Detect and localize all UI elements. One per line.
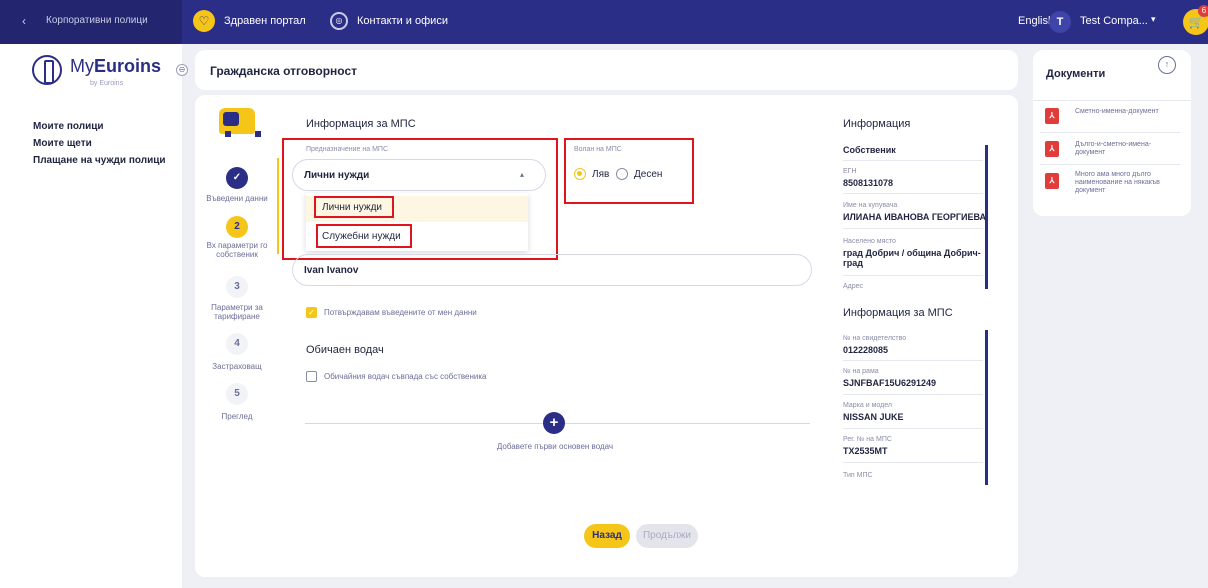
back-chevron-icon[interactable]: ‹ [22, 14, 26, 28]
egn-value: 8508131078 [843, 178, 894, 188]
divider [843, 193, 983, 194]
user-menu[interactable]: Test Compa... [1080, 15, 1148, 27]
step-progress-line [277, 158, 279, 254]
collapse-sidebar-icon[interactable]: ⊖ [176, 64, 188, 76]
highlight-option-2 [316, 224, 412, 248]
step-2-label: Вх параметри го собственик [206, 241, 268, 259]
egn-label: ЕГН [843, 168, 857, 175]
name-value: ИЛИАНА ИВАНОВА ГЕОРГИЕВА [843, 212, 987, 222]
step-1-label: Въведени данни [206, 194, 268, 203]
highlight-option-1 [314, 196, 394, 218]
info-title: Информация [843, 118, 911, 130]
chevron-down-icon[interactable]: ▾ [1151, 14, 1156, 25]
divider [1033, 100, 1191, 101]
logo-brand: Euroins [94, 56, 162, 76]
cert-value: 012228085 [843, 345, 889, 355]
cert-label: № на свидетелство [843, 335, 907, 342]
confirm-label: Потвърждавам въведените от мен данни [324, 308, 477, 317]
step-3-label: Параметри за тарифиране [211, 303, 263, 321]
pdf-icon[interactable]: ⅄ [1045, 173, 1059, 189]
name-label: Име на купувача [843, 202, 898, 209]
step-5-badge[interactable]: 5 [226, 383, 248, 405]
document-link[interactable]: Много ама много дълго наименование на ня… [1075, 171, 1181, 195]
vehicle-scrollbar[interactable] [985, 330, 988, 485]
logo-icon [32, 55, 62, 85]
avatar[interactable]: T [1049, 11, 1071, 33]
sidebar-item-pay-others[interactable]: Плащане на чужди полици [33, 155, 166, 166]
type-label: Тип МПС [843, 472, 873, 479]
back-button[interactable]: Назад [584, 524, 630, 548]
divider [843, 394, 983, 395]
cart-count-badge: 6 [1198, 5, 1208, 17]
driver-same-label: Обичайния водач съвпада със собственика [324, 372, 487, 381]
reg-label: Рег. № на МПС [843, 436, 892, 443]
page-title: Гражданска отговорност [210, 64, 358, 78]
make-value: NISSAN JUKE [843, 412, 904, 422]
step-2-badge[interactable]: 2 [226, 216, 248, 238]
health-portal-link[interactable]: Здравен портал [224, 15, 306, 27]
vin-value: SJNFBAF15U6291249 [843, 378, 937, 388]
vehicle-info-title: Информация за МПС [843, 307, 953, 319]
driver-same-checkbox[interactable] [306, 371, 317, 382]
step-5-label: Преглед [221, 412, 253, 421]
driver-section-title: Обичаен водач [306, 344, 384, 356]
sidebar-item-my-policies[interactable]: Моите полици [33, 121, 104, 132]
step-1-badge[interactable]: ✓ [226, 167, 248, 189]
sidebar-item-my-claims[interactable]: Моите щети [33, 138, 92, 149]
add-driver-label[interactable]: Добавете първи основен водач [470, 442, 640, 451]
step-3-badge[interactable]: 3 [226, 276, 248, 298]
reg-value: TX2535MT [843, 446, 888, 456]
highlight-steering-box [564, 138, 694, 204]
place-label: Населено място [843, 238, 896, 245]
address-label: Адрес [843, 283, 864, 290]
divider [843, 462, 983, 463]
vin-label: № на рама [843, 368, 879, 375]
owner-scrollbar[interactable] [985, 145, 988, 289]
document-link[interactable]: Дълго-и-сметно-имена-документ [1075, 141, 1181, 157]
add-driver-icon[interactable]: + [543, 412, 565, 434]
top-bar: ‹ Корпоративни полици ♡ Здравен портал ◎… [0, 0, 1208, 44]
page-header: Гражданска отговорност [195, 50, 1018, 90]
health-icon: ♡ [193, 10, 215, 32]
divider [843, 160, 983, 161]
divider [843, 228, 983, 229]
contacts-link[interactable]: Контакти и офиси [357, 15, 448, 27]
make-label: Марка и модел [843, 402, 892, 409]
logo-prefix: My [70, 56, 94, 76]
pdf-icon[interactable]: ⅄ [1045, 108, 1059, 124]
divider [843, 360, 983, 361]
divider [1040, 164, 1180, 165]
confirm-checkbox[interactable]: ✓ [306, 307, 317, 318]
pdf-icon[interactable]: ⅄ [1045, 141, 1059, 157]
divider [1040, 132, 1180, 133]
corporate-policies-link[interactable]: Корпоративни полици [46, 15, 148, 26]
step-4-label: Застраховащ [212, 362, 262, 371]
vehicle-bus-icon [219, 108, 261, 137]
location-icon: ◎ [330, 12, 348, 30]
vehicle-section-title: Информация за МПС [306, 118, 416, 130]
divider [843, 428, 983, 429]
logo[interactable]: MyEuroins [70, 56, 161, 77]
step-4-badge[interactable]: 4 [226, 333, 248, 355]
document-link[interactable]: Сметно-именна-документ [1075, 108, 1181, 116]
upload-icon[interactable]: ↑ [1158, 56, 1176, 74]
owner-name-field[interactable] [292, 254, 812, 286]
logo-subtitle: by Euroins [90, 80, 124, 87]
divider [843, 275, 983, 276]
documents-title: Документи [1046, 68, 1106, 80]
place-value: град Добрич / община Добрич-град [843, 248, 981, 268]
owner-heading: Собственик [843, 145, 896, 155]
owner-name-value: Ivan Ivanov [304, 265, 359, 276]
next-button[interactable]: Продължи [636, 524, 698, 548]
